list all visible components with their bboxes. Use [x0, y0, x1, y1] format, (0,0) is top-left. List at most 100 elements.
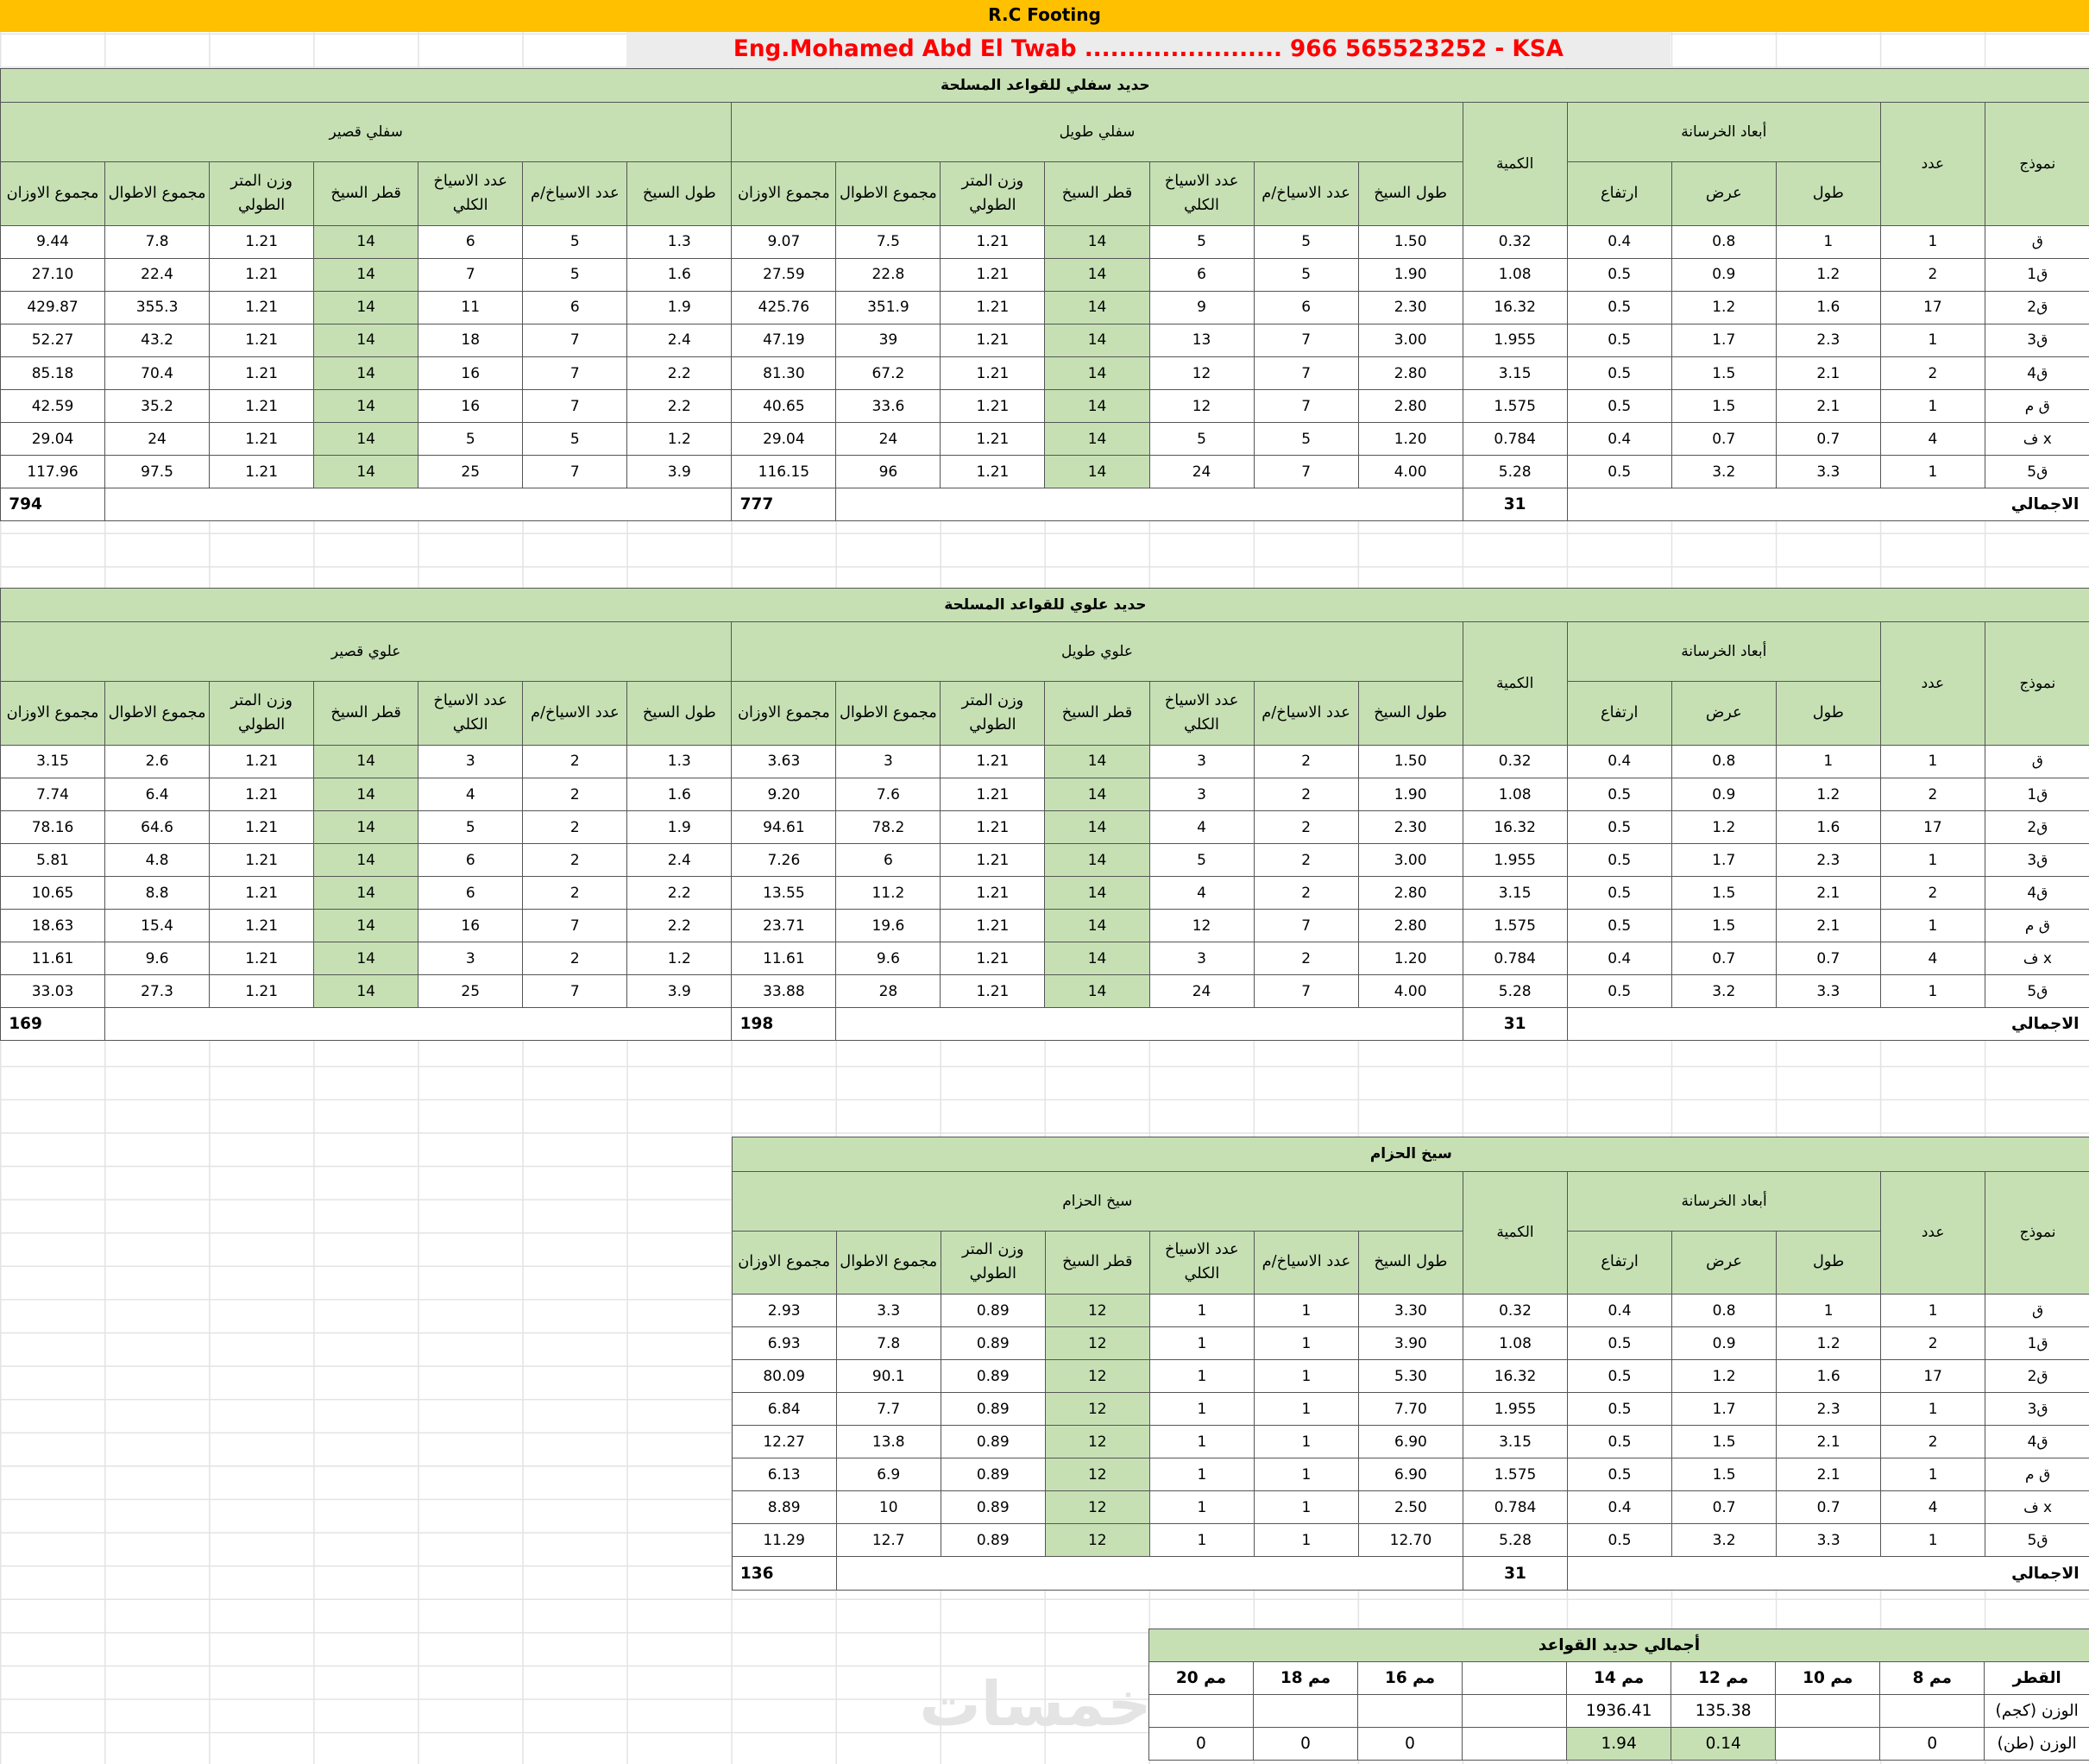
quantity-cell: 1.08	[1462, 1326, 1569, 1361]
bar-length-header: طول السيخ	[626, 681, 733, 746]
weight-per-m-cell: 1.21	[940, 810, 1046, 845]
bar-dia-cell: 14	[1044, 942, 1150, 976]
sum-weights-cell: 85.18	[0, 356, 106, 391]
bars-per-m-header: عدد الاسياخ/م	[1253, 681, 1359, 746]
height-cell: 0.5	[1566, 323, 1672, 357]
quantity-cell: 16.32	[1462, 1359, 1569, 1394]
bar-length-cell: 1.3	[626, 744, 733, 779]
quantity-cell: 1.955	[1462, 323, 1568, 357]
quantity-cell: 1.955	[1462, 1392, 1569, 1427]
table-row: 6.84 7.7 0.89 12 1 1 7.70 1.955 0.5 1.7 2.3 1 ق3	[731, 1392, 2089, 1427]
length-cell: 2.1	[1775, 909, 1881, 943]
bar-length-cell: 3.00	[1357, 843, 1463, 878]
diameter-cell: 18 مم	[1252, 1660, 1359, 1695]
weight-per-m-cell: 1.21	[940, 422, 1046, 457]
sum-weights-cell: 13.55	[731, 876, 837, 910]
quantity-cell: 0.784	[1462, 942, 1568, 976]
model-header: نموذج	[1984, 621, 2089, 746]
length-cell: 1.6	[1775, 290, 1881, 324]
count-cell: 1	[1880, 1523, 1986, 1558]
spreadsheet-stage: R.C Footing Eng.Mohamed Abd El Twab ....…	[0, 0, 2089, 1764]
bars-per-m-cell: 7	[1253, 323, 1359, 357]
model-cell: ق	[1984, 224, 2089, 259]
bar-length-cell: 3.9	[626, 455, 733, 489]
total-bars-cell: 1	[1148, 1490, 1255, 1525]
sum-weights-cell: 10.65	[0, 876, 106, 910]
table-row: 18.63 15.4 1.21 14 16 7 2.2 23.71 19.6 1.21 14 12 7 2…	[0, 909, 2089, 943]
weight-ton-cell: 1.94	[1566, 1726, 1672, 1761]
bar-dia-cell: 14	[313, 810, 419, 845]
bar-dia-cell: 12	[1044, 1294, 1150, 1328]
bar-length-cell: 2.4	[626, 843, 733, 878]
height-cell: 0.5	[1566, 974, 1672, 1009]
width-cell: 0.9	[1671, 257, 1777, 292]
total-bars-cell: 6	[418, 876, 524, 910]
model-cell: ق2	[1984, 290, 2089, 324]
sum-lengths-cell: 351.9	[835, 290, 941, 324]
model-cell: ق م	[1984, 389, 2089, 424]
top-steel-table: حديد علوي للقواعد المسلحة علوي قصير علوي ط…	[0, 587, 2089, 1042]
bar-length-cell: 1.50	[1357, 744, 1463, 779]
sum-lengths-cell: 22.4	[104, 257, 211, 292]
table-row: 27.10 22.4 1.21 14 7 5 1.6 27.59 22.8 1.21 14 6 5 1.9…	[0, 257, 2089, 292]
sum-lengths-cell: 4.8	[104, 843, 211, 878]
bar-dia-header: قطر السيخ	[313, 681, 419, 746]
diameter-cell: 10 مم	[1775, 1660, 1881, 1695]
width-cell: 1.5	[1671, 909, 1777, 943]
height-cell: 0.5	[1566, 290, 1672, 324]
length-header: طول	[1775, 161, 1881, 226]
total-spacer	[835, 488, 1463, 522]
model-cell: ق	[1985, 1294, 2089, 1328]
bars-per-m-cell: 2	[522, 810, 628, 845]
table-row: 80.09 90.1 0.89 12 1 1 5.30 16.32 0.5 1.2 1.6 17 ق2	[731, 1359, 2089, 1394]
total-bars-cell: 25	[418, 455, 524, 489]
sum-weights-cell: 12.27	[731, 1425, 837, 1459]
model-header: نموذج	[1984, 102, 2089, 226]
sum-lengths-cell: 7.5	[835, 224, 941, 259]
length-cell: 0.7	[1775, 942, 1881, 976]
total-bars-cell: 12	[1148, 356, 1255, 391]
belt-steel-table: سيخ الحزام سيخ الحزام الكمية أبعاد الخرسانة…	[731, 1137, 2089, 1591]
model-header: نموذج	[1985, 1170, 2089, 1295]
weight-per-m-cell: 1.21	[940, 290, 1046, 324]
length-header: طول	[1775, 681, 1881, 746]
sum-lengths-cell: 19.6	[835, 909, 941, 943]
weight-ton-cell	[1775, 1726, 1881, 1761]
weight-per-m-cell: 1.21	[940, 778, 1046, 812]
total-bars-cell: 3	[1148, 942, 1255, 976]
bar-length-cell: 1.3	[626, 224, 733, 259]
width-cell: 1.7	[1671, 323, 1777, 357]
bars-per-m-cell: 2	[1253, 778, 1359, 812]
model-cell: ق2	[1984, 810, 2089, 845]
quantity-cell: 0.32	[1462, 224, 1568, 259]
bars-per-m-cell: 2	[1253, 876, 1359, 910]
weight-per-m-cell: 1.21	[209, 389, 315, 424]
weight-kg-cell: 1936.41	[1566, 1693, 1672, 1728]
bar-dia-cell: 12	[1044, 1359, 1150, 1394]
length-cell: 2.1	[1775, 876, 1881, 910]
bar-length-cell: 1.20	[1357, 942, 1463, 976]
bars-per-m-cell: 5	[1253, 422, 1359, 457]
sum-weights-cell: 23.71	[731, 909, 837, 943]
model-cell: ق5	[1984, 974, 2089, 1009]
bar-dia-cell: 12	[1044, 1326, 1150, 1361]
count-cell: 2	[1879, 778, 1985, 812]
width-header: عرض	[1671, 1230, 1778, 1295]
height-cell: 0.4	[1566, 942, 1672, 976]
quantity-cell: 1.575	[1462, 389, 1568, 424]
table-row: 11.61 9.6 1.21 14 3 2 1.2 11.61 9.6 1.21 14 3 2 1.20 0…	[0, 942, 2089, 976]
sum-lengths-cell: 22.8	[835, 257, 941, 292]
model-cell: ق3	[1985, 1392, 2089, 1427]
weight-per-m-cell: 1.21	[209, 290, 315, 324]
length-cell: 0.7	[1776, 1490, 1882, 1525]
length-cell: 3.3	[1776, 1523, 1882, 1558]
sum-weights-cell: 429.87	[0, 290, 106, 324]
bar-dia-cell: 12	[1044, 1425, 1150, 1459]
length-cell: 1	[1776, 1294, 1882, 1328]
bar-length-cell: 6.90	[1357, 1425, 1463, 1459]
quantity-cell: 3.15	[1462, 356, 1568, 391]
bar-length-cell: 2.80	[1357, 909, 1463, 943]
height-header: ارتفاع	[1566, 681, 1672, 746]
weight-per-m-cell: 1.21	[940, 843, 1046, 878]
bars-per-m-header: عدد الاسياخ/م	[522, 681, 628, 746]
